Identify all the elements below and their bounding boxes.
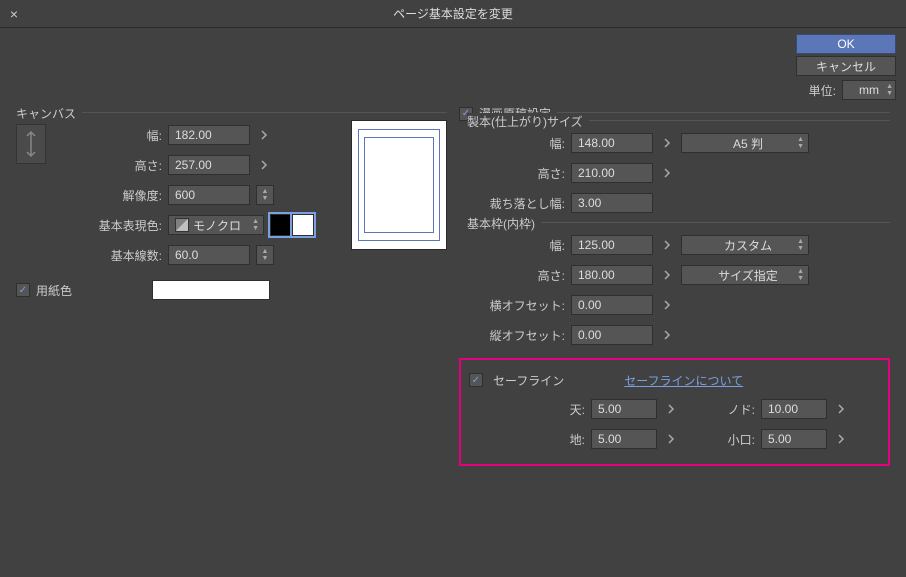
paper-color-checkbox[interactable]: ✓: [16, 283, 30, 297]
bleed-input[interactable]: [571, 193, 653, 213]
ok-button[interactable]: OK: [796, 34, 896, 54]
swatch-black[interactable]: [270, 214, 292, 236]
frame-legend: 基本枠(内枠): [467, 215, 541, 232]
chevron-right-icon[interactable]: [659, 327, 675, 343]
hoffset-label: 横オフセット:: [475, 297, 565, 314]
bleed-label: 裁ち落とし幅:: [475, 195, 565, 212]
canvas-width-label: 幅:: [62, 127, 162, 144]
dialog-title: ページ基本設定を変更: [28, 5, 878, 22]
resolution-input[interactable]: [168, 185, 250, 205]
binding-preset-select[interactable]: A5 判 ▲▼: [681, 133, 809, 153]
frame-width-input[interactable]: [571, 235, 653, 255]
safe-line-legend: セーフライン: [493, 372, 564, 389]
safe-line-about-link[interactable]: セーフラインについて: [624, 372, 743, 389]
hoffset-input[interactable]: [571, 295, 653, 315]
lines-input[interactable]: [168, 245, 250, 265]
page-preview: [351, 120, 447, 250]
voffset-input[interactable]: [571, 325, 653, 345]
frame-height-label: 高さ:: [475, 267, 565, 284]
orientation-toggle[interactable]: [16, 124, 46, 164]
binding-height-input[interactable]: [571, 163, 653, 183]
canvas-height-input[interactable]: [168, 155, 250, 175]
frame-height-input[interactable]: [571, 265, 653, 285]
safe-top-input[interactable]: [591, 399, 657, 419]
unit-select[interactable]: mm ▲▼: [842, 80, 896, 100]
chevron-right-icon[interactable]: [256, 157, 272, 173]
voffset-label: 縦オフセット:: [475, 327, 565, 344]
binding-height-label: 高さ:: [475, 165, 565, 182]
cancel-button[interactable]: キャンセル: [796, 56, 896, 76]
canvas-height-label: 高さ:: [62, 157, 162, 174]
safe-bottom-label: 地:: [549, 431, 585, 448]
chevron-right-icon[interactable]: [256, 127, 272, 143]
chevron-right-icon[interactable]: [659, 237, 675, 253]
safe-line-section: ✓ セーフライン セーフラインについて 天: 地:: [459, 358, 890, 466]
display-color-select[interactable]: モノクロ ▲▼: [168, 215, 264, 235]
safe-spine-label: ノド:: [719, 401, 755, 418]
paper-color-swatch[interactable]: [152, 280, 270, 300]
safe-line-checkbox[interactable]: ✓: [469, 373, 483, 387]
lines-stepper[interactable]: ▲▼: [256, 245, 274, 265]
chevron-right-icon[interactable]: [659, 297, 675, 313]
paper-color-label: 用紙色: [36, 282, 72, 299]
unit-label: 単位:: [809, 82, 836, 99]
chevron-right-icon[interactable]: [659, 135, 675, 151]
swatch-white[interactable]: [292, 214, 314, 236]
frame-sizemode-select[interactable]: サイズ指定 ▲▼: [681, 265, 809, 285]
display-color-label: 基本表現色:: [62, 217, 162, 234]
binding-width-label: 幅:: [475, 135, 565, 152]
canvas-legend: キャンバス: [16, 105, 82, 122]
binding-width-input[interactable]: [571, 133, 653, 153]
chevron-right-icon[interactable]: [663, 431, 679, 447]
binding-legend: 製本(仕上がり)サイズ: [467, 113, 589, 130]
safe-top-label: 天:: [549, 401, 585, 418]
chevron-right-icon[interactable]: [833, 401, 849, 417]
chevron-right-icon[interactable]: [663, 401, 679, 417]
safe-spine-input[interactable]: [761, 399, 827, 419]
chevron-right-icon[interactable]: [659, 165, 675, 181]
safe-edge-input[interactable]: [761, 429, 827, 449]
lines-label: 基本線数:: [62, 247, 162, 264]
chevron-right-icon[interactable]: [833, 431, 849, 447]
close-icon[interactable]: ×: [0, 6, 28, 22]
canvas-width-input[interactable]: [168, 125, 250, 145]
safe-bottom-input[interactable]: [591, 429, 657, 449]
chevron-right-icon[interactable]: [659, 267, 675, 283]
frame-width-label: 幅:: [475, 237, 565, 254]
safe-edge-label: 小口:: [719, 431, 755, 448]
resolution-stepper[interactable]: ▲▼: [256, 185, 274, 205]
monochrome-icon: [175, 218, 189, 232]
frame-preset-select[interactable]: カスタム ▲▼: [681, 235, 809, 255]
resolution-label: 解像度:: [62, 187, 162, 204]
